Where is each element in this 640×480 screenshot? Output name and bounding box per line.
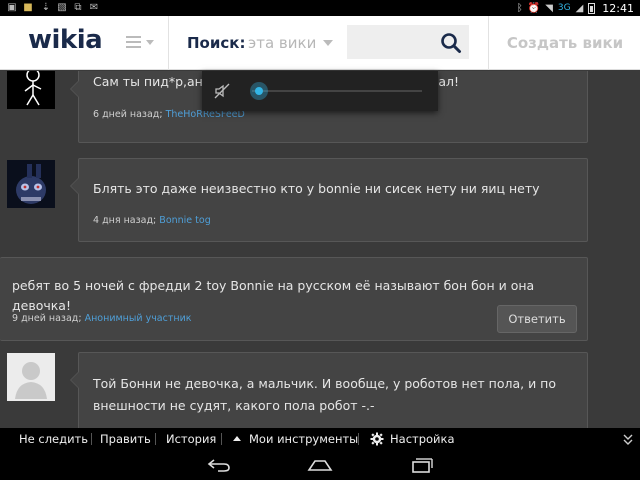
comment-bubble: Той Бонни не девочка, а мальчик. И вообщ… [70,352,588,428]
system-nav-bar [0,450,640,480]
comment-text-line: внешности не судят, какого пола робот -.… [93,398,375,413]
wikia-header: wikia Поиск: эта вики Создать вики [0,16,640,70]
bluetooth-icon: ᛒ [516,2,523,14]
avatar[interactable] [7,71,55,109]
unfollow-button[interactable]: Не следить [19,432,88,446]
gear-icon[interactable] [370,432,384,446]
notification-photo-icon: ▧ [57,2,67,13]
volume-muted-icon[interactable] [214,83,230,99]
scope-chevron-down-icon[interactable] [323,40,333,46]
hamburger-menu-icon[interactable] [126,36,141,48]
comment-meta: 4 дня назад; Bonnie tog [93,215,211,226]
chevron-up-icon[interactable] [233,436,241,441]
wifi-icon: ◥ [545,2,553,14]
toolbar-divider [91,433,92,445]
customize-button[interactable]: Настройка [390,432,455,446]
toolbar-divider [358,433,359,445]
wikia-logo[interactable]: wikia [28,25,103,55]
clock: 12:41 [602,1,634,15]
comment-time: 9 дней назад; [12,313,82,324]
comment-bubble: Блять это даже неизвестно кто у bonnie н… [70,158,588,242]
notification-app-icon: ■ [23,2,33,13]
create-wiki-button[interactable]: Создать вики [490,16,640,70]
comment-text-line: Той Бонни не девочка, а мальчик. И вообщ… [93,376,556,391]
toolbar-divider [221,433,222,445]
home-icon[interactable] [307,457,333,473]
volume-overlay [202,71,438,111]
battery-icon [588,2,596,14]
search-label: Поиск: [187,34,246,52]
search-icon[interactable] [440,32,462,54]
volume-track[interactable] [252,90,422,92]
comment-bubble: ребят во 5 ночей с фредди 2 toy Bonnie н… [0,257,588,341]
signal-icon: ◢ [575,2,584,14]
edit-button[interactable]: Править [100,432,151,446]
comment-text: Сам ты пид*р,ано [93,74,211,89]
avatar[interactable] [7,160,55,208]
avatar[interactable] [7,353,55,401]
history-button[interactable]: История [166,432,216,446]
network-type: 3G [557,3,571,13]
comment-time: 4 дня назад; [93,215,157,226]
volume-slider-thumb[interactable] [249,82,268,100]
header-divider [168,16,169,70]
header-divider [488,16,489,70]
toolbar-divider [155,433,156,445]
notification-stack-icon: ⧉ [74,2,82,13]
comment-user-link[interactable]: Анонимный участник [85,313,192,324]
notification-download-icon: ⇣ [41,2,51,13]
my-tools-button[interactable]: Мои инструменты [249,432,358,446]
comments-list: Сам ты пид*р,ано вал! 6 дней назад; TheH… [0,71,640,428]
notification-mail-icon: ✉ [89,2,99,13]
recent-apps-icon[interactable] [408,457,434,473]
chevron-down-icon[interactable] [146,40,154,45]
comment-time: 6 дней назад; [93,109,163,120]
comment-meta: 9 дней назад; Анонимный участник [12,313,192,324]
double-chevron-down-icon[interactable] [622,432,634,446]
search-scope-select[interactable]: эта вики [248,34,316,52]
notification-picture-icon: ▣ [7,2,17,13]
reply-button[interactable]: Ответить [497,305,577,333]
back-icon[interactable] [206,457,232,473]
alarm-icon: ⏰ [527,2,541,14]
comment-user-link[interactable]: Bonnie tog [159,215,210,226]
wiki-toolbar: Не следить Править История Мои инструмен… [0,428,640,450]
comment-text: Блять это даже неизвестно кто у bonnie н… [93,181,540,196]
status-bar: ▣ ■ ⇣ ▧ ⧉ ✉ ᛒ ⏰ ◥ 3G ◢ 12:41 [0,0,640,16]
